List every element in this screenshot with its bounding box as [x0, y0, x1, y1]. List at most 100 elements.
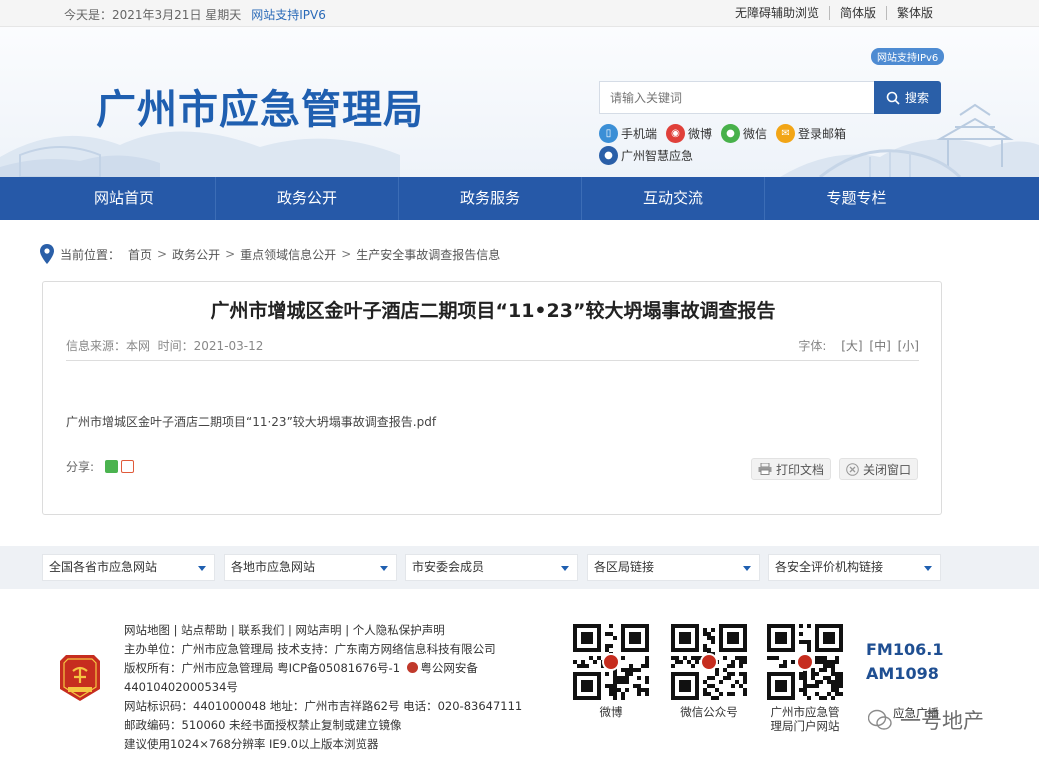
footer-links[interactable]: 网站地图 | 站点帮助 | 联系我们 | 网站声明 | 个人隐私保护声明	[124, 621, 522, 640]
search-button-label: 搜索	[904, 91, 929, 105]
qr-code-icon	[767, 624, 843, 700]
breadcrumb-home[interactable]: 首页	[128, 246, 152, 263]
article-time: 时间：2021-03-12	[157, 339, 264, 353]
today-date: 今天是：2021年3月21日 星期天	[64, 8, 242, 22]
footer-copyright: 版权所有：广州市应急管理局 粤ICP备05081676号-1	[124, 661, 401, 675]
accessibility-link[interactable]: 无障碍辅助浏览	[725, 6, 829, 20]
evaluation-agencies-select[interactable]: 各安全评价机构链接	[768, 554, 941, 581]
print-label: 打印文档	[775, 462, 824, 477]
footer-site-id: 网站标识码：4401000048 地址：广州市吉祥路62号 电话：020-836…	[124, 699, 523, 713]
wechat-link[interactable]: ● 微信	[721, 123, 768, 143]
mobile-link[interactable]: ▯ 手机端	[599, 123, 657, 143]
weibo-share-icon[interactable]	[121, 460, 135, 473]
party-gov-emblem[interactable]	[60, 655, 100, 701]
watermark-text: 一号地产	[900, 709, 984, 733]
breadcrumb-gov-affairs[interactable]: 政务公开	[172, 246, 220, 263]
breadcrumb-label: 当前位置：	[60, 247, 121, 262]
select-label: 各地市应急网站	[231, 560, 316, 574]
chevron-down-icon	[198, 566, 206, 571]
article-panel: 广州市增城区金叶子酒店二期项目“11•23”较大坍塌事故调查报告 信息来源：本网…	[42, 281, 942, 515]
mail-icon: ✉	[776, 123, 796, 143]
radio-fm: FM106.1	[866, 640, 944, 659]
footer-suggest: 建议使用1024×768分辨率 IE9.0以上版本浏览器	[124, 737, 379, 751]
page: 今天是：2021年3月21日 星期天 网站支持IPV6 无障碍辅助浏览 简体版 繁…	[0, 0, 1039, 764]
traditional-link[interactable]: 繁体版	[885, 6, 943, 20]
breadcrumb-key-areas[interactable]: 重点领域信息公开	[240, 246, 336, 263]
quick-links: ▯ 手机端 ◉ 微博 ● 微信 ✉ 登录邮箱 ● 广州智慧应急	[599, 122, 899, 166]
printer-icon	[758, 463, 772, 475]
article-meta: 信息来源：本网 时间：2021-03-12 字体: [大] [中] [小]	[66, 337, 919, 361]
weibo-icon: ◉	[666, 123, 686, 143]
footer-police[interactable]: 粤公网安备	[420, 661, 478, 675]
article-tools: 打印文档 关闭窗口	[743, 458, 918, 480]
chevron-down-icon	[380, 566, 388, 571]
footer-host: 主办单位：广州市应急管理局 技术支持：广东南方网络信息科技有限公司	[124, 642, 496, 656]
email-link[interactable]: ✉ 登录邮箱	[776, 123, 847, 143]
chevron-down-icon	[743, 566, 751, 571]
attachment-link[interactable]: 广州市增城区金叶子酒店二期项目“11·23”较大坍塌事故调查报告.pdf	[66, 413, 436, 430]
smart-emergency-link[interactable]: ● 广州智慧应急	[599, 145, 694, 165]
smart-emergency-label: 广州智慧应急	[621, 148, 694, 163]
font-medium-button[interactable]: [中]	[869, 339, 890, 353]
radio-am: AM1098	[866, 664, 939, 683]
breadcrumb-sep: >	[341, 247, 352, 261]
breadcrumb-accident-reports[interactable]: 生产安全事故调查报告信息	[356, 246, 500, 263]
search-button[interactable]: 搜索	[874, 81, 941, 114]
ipv6-link[interactable]: 网站支持IPV6	[251, 8, 326, 22]
phone-icon: ▯	[599, 123, 618, 143]
wechat-icon: ●	[721, 123, 741, 143]
nav-interaction[interactable]: 互动交流	[582, 177, 765, 220]
site-footer: 网站地图 | 站点帮助 | 联系我们 | 网站声明 | 个人隐私保护声明 主办单…	[0, 589, 1039, 764]
search-box: 搜索	[599, 81, 941, 114]
city-sites-select[interactable]: 各地市应急网站	[224, 554, 397, 581]
select-label: 各区局链接	[594, 560, 655, 574]
site-title[interactable]: 广州市应急管理局	[96, 77, 424, 135]
breadcrumb: 当前位置： 首页 > 政务公开 > 重点领域信息公开 > 生产安全事故调查报告信…	[40, 244, 500, 264]
select-label: 全国各省市应急网站	[49, 560, 158, 574]
email-label: 登录邮箱	[798, 126, 847, 141]
article-title: 广州市增城区金叶子酒店二期项目“11•23”较大坍塌事故调查报告	[210, 300, 776, 322]
qr-code-icon	[671, 624, 747, 700]
footer-info: 网站地图 | 站点帮助 | 联系我们 | 网站声明 | 个人隐私保护声明 主办单…	[124, 621, 522, 754]
select-label: 市安委会成员	[412, 560, 485, 574]
nav-gov-affairs[interactable]: 政务公开	[216, 177, 399, 220]
print-button[interactable]: 打印文档	[750, 458, 831, 480]
weibo-label: 微博	[688, 126, 713, 141]
related-links-bar: 全国各省市应急网站 各地市应急网站 市安委会成员 各区局链接 各安全评价机构链接	[0, 546, 1039, 589]
qr-code-icon	[573, 624, 649, 700]
weibo-qr: 微博	[573, 624, 649, 719]
article-source: 信息来源：本网	[66, 339, 151, 353]
font-label: 字体:	[798, 339, 827, 353]
breadcrumb-sep: >	[225, 247, 236, 261]
share-label: 分享:	[66, 460, 95, 474]
portal-qr: 广州市应急管理局门户网站	[767, 624, 843, 733]
top-links: 无障碍辅助浏览 简体版 繁体版	[725, 6, 943, 20]
search-input[interactable]	[599, 81, 876, 114]
national-sites-select[interactable]: 全国各省市应急网站	[42, 554, 215, 581]
close-label: 关闭窗口	[862, 462, 911, 477]
main-nav: 网站首页 政务公开 政务服务 互动交流 专题专栏	[0, 177, 1039, 220]
chevron-down-icon	[924, 566, 932, 571]
close-window-button[interactable]: 关闭窗口	[838, 458, 918, 480]
safety-committee-select[interactable]: 市安委会成员	[405, 554, 578, 581]
font-large-button[interactable]: [大]	[841, 339, 862, 353]
footer-copyright-line: 版权所有：广州市应急管理局 粤ICP备05081676号-1 粤公网安备	[124, 659, 522, 678]
radio-frequencies: FM106.1 AM1098	[866, 638, 943, 686]
watermark: 一号地产	[868, 705, 984, 735]
top-bar: 今天是：2021年3月21日 星期天 网站支持IPV6 无障碍辅助浏览 简体版 繁…	[0, 0, 1039, 27]
wechat-watermark-icon	[868, 709, 892, 730]
share-bar: 分享:	[66, 458, 135, 475]
wechat-qr: 微信公众号	[671, 624, 747, 719]
font-small-button[interactable]: [小]	[898, 339, 919, 353]
wechat-share-icon[interactable]	[105, 460, 119, 473]
district-links-select[interactable]: 各区局链接	[587, 554, 760, 581]
footer-postcode: 邮政编码：510060 未经书面授权禁止复制或建立镜像	[124, 718, 402, 732]
nav-home[interactable]: 网站首页	[33, 177, 216, 220]
simplified-link[interactable]: 简体版	[828, 6, 886, 20]
nav-topics[interactable]: 专题专栏	[765, 177, 948, 220]
wechat-label: 微信	[743, 126, 768, 141]
qr-caption: 微博	[599, 705, 623, 719]
ipv6-badge: 网站支持IPv6	[871, 48, 945, 65]
weibo-link[interactable]: ◉ 微博	[666, 123, 713, 143]
nav-gov-services[interactable]: 政务服务	[399, 177, 582, 220]
